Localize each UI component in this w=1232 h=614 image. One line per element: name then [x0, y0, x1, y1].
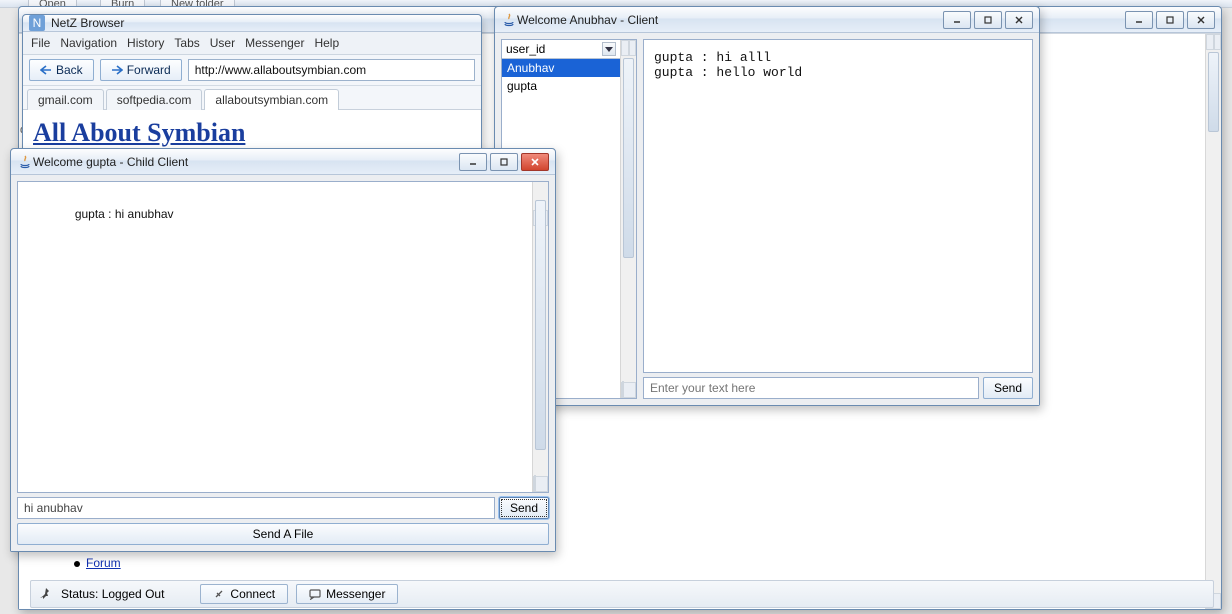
gupta-message-input[interactable]	[17, 497, 495, 519]
gupta-chat-text: gupta : hi anubhav	[75, 207, 174, 221]
messenger-icon	[309, 588, 321, 600]
anubhav-chat-log[interactable]: gupta : hi alll gupta : hello world	[643, 39, 1033, 373]
dropdown-icon[interactable]	[602, 42, 616, 56]
netz-app-icon: N	[29, 15, 45, 31]
anubhav-titlebar[interactable]: Welcome Anubhav - Client	[495, 7, 1039, 33]
gupta-send-file-button[interactable]: Send A File	[17, 523, 549, 545]
gupta-title: Welcome gupta - Child Client	[33, 155, 459, 169]
gupta-maximize-button[interactable]	[490, 153, 518, 171]
scrollbar-up-icon[interactable]	[1206, 34, 1221, 50]
scrollbar-thumb[interactable]	[623, 58, 634, 258]
plug-icon	[213, 588, 225, 600]
pin-icon	[39, 587, 53, 601]
menu-file[interactable]: File	[31, 36, 50, 50]
user-item-anubhav[interactable]: Anubhav	[502, 59, 620, 77]
user-list-header[interactable]: user_id	[502, 40, 620, 59]
status-text: Status: Logged Out	[61, 587, 164, 601]
connect-label: Connect	[230, 587, 275, 601]
menu-navigation[interactable]: Navigation	[60, 36, 117, 50]
back-label: Back	[56, 63, 83, 77]
address-bar[interactable]	[188, 59, 475, 81]
gupta-chat-log[interactable]: gupta : hi anubhav	[17, 181, 549, 493]
scrollbar-up-icon[interactable]	[621, 40, 636, 56]
forward-label: Forward	[127, 63, 171, 77]
forum-link[interactable]: Forum	[86, 556, 121, 570]
anubhav-send-button[interactable]: Send	[983, 377, 1033, 399]
menu-help[interactable]: Help	[314, 36, 339, 50]
tab-softpedia[interactable]: softpedia.com	[106, 89, 203, 110]
netz-menubar: File Navigation History Tabs User Messen…	[23, 32, 481, 55]
tab-allaboutsymbian[interactable]: allaboutsymbian.com	[204, 89, 339, 110]
menu-tabs[interactable]: Tabs	[174, 36, 199, 50]
netz-titlebar[interactable]: N NetZ Browser	[23, 15, 481, 32]
netz-browser-window: N NetZ Browser File Navigation History T…	[22, 14, 482, 154]
forward-button[interactable]: Forward	[100, 59, 182, 81]
menu-messenger[interactable]: Messenger	[245, 36, 304, 50]
anubhav-minimize-button[interactable]	[943, 11, 971, 29]
scrollbar-thumb[interactable]	[535, 200, 546, 450]
host-vertical-scrollbar[interactable]	[1205, 34, 1221, 609]
svg-text:N: N	[33, 16, 42, 30]
gupta-close-button[interactable]	[521, 153, 549, 171]
back-button[interactable]: Back	[29, 59, 94, 81]
host-maximize-button[interactable]	[1156, 11, 1184, 29]
messenger-label: Messenger	[326, 587, 385, 601]
anubhav-client-window: Welcome Anubhav - Client user_id Anubhav…	[494, 6, 1040, 406]
host-minimize-button[interactable]	[1125, 11, 1153, 29]
anubhav-title: Welcome Anubhav - Client	[517, 13, 943, 27]
menu-history[interactable]: History	[127, 36, 164, 50]
gupta-client-window: Welcome gupta - Child Client gupta : hi …	[10, 148, 556, 552]
host-close-button[interactable]	[1187, 11, 1215, 29]
gupta-titlebar[interactable]: Welcome gupta - Child Client	[11, 149, 555, 175]
scrollbar-down-icon[interactable]	[533, 476, 548, 492]
connect-button[interactable]: Connect	[200, 584, 288, 604]
anubhav-message-input[interactable]	[643, 377, 979, 399]
anubhav-close-button[interactable]	[1005, 11, 1033, 29]
arrow-left-icon	[40, 65, 52, 75]
messenger-button[interactable]: Messenger	[296, 584, 398, 604]
scrollbar-down-icon[interactable]	[621, 382, 636, 398]
user-item-gupta[interactable]: gupta	[502, 77, 620, 95]
netz-nav-row: Back Forward	[23, 55, 481, 86]
java-icon	[17, 154, 33, 170]
netz-tab-row: gmail.com softpedia.com allaboutsymbian.…	[23, 86, 481, 110]
tab-gmail[interactable]: gmail.com	[27, 89, 104, 110]
status-bar: Status: Logged Out Connect Messenger	[30, 580, 1214, 608]
arrow-right-icon	[111, 65, 123, 75]
anubhav-maximize-button[interactable]	[974, 11, 1002, 29]
list-bullet-icon	[74, 561, 80, 567]
java-icon	[501, 12, 517, 28]
gupta-chat-scrollbar[interactable]	[532, 182, 548, 492]
page-heading[interactable]: All About Symbian	[33, 118, 471, 148]
user-list-header-label: user_id	[506, 42, 545, 56]
gupta-send-button[interactable]: Send	[499, 497, 549, 519]
netz-title: NetZ Browser	[51, 16, 475, 30]
scrollbar-thumb[interactable]	[1208, 52, 1219, 132]
user-list-scrollbar[interactable]	[620, 40, 636, 398]
menu-user[interactable]: User	[210, 36, 235, 50]
gupta-minimize-button[interactable]	[459, 153, 487, 171]
